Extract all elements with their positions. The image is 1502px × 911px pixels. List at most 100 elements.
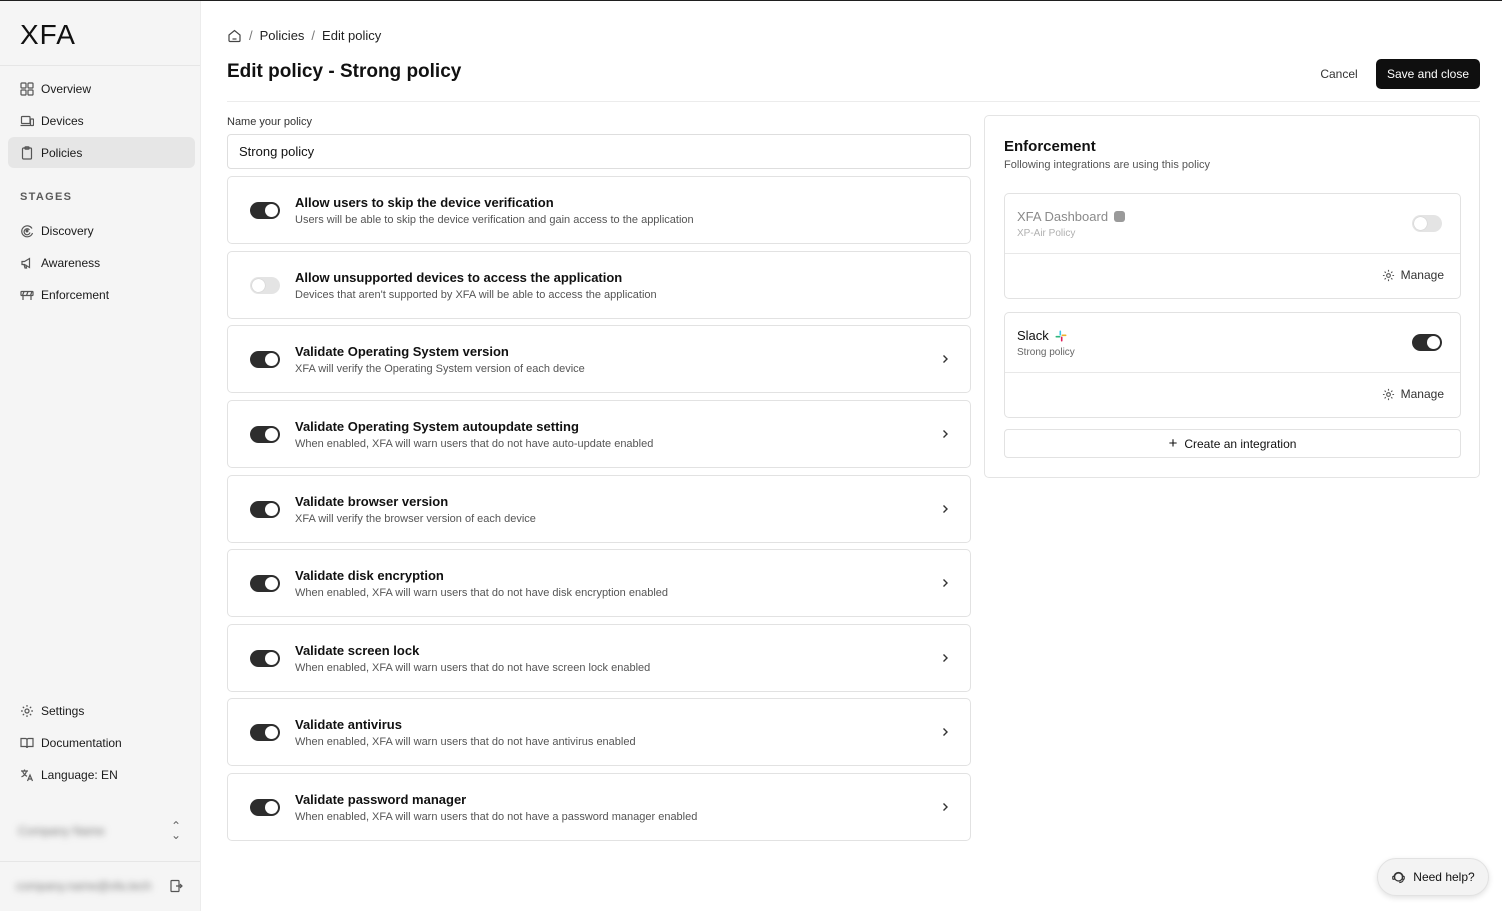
- chevron-right-icon[interactable]: [940, 801, 950, 813]
- integration-toggle[interactable]: [1412, 215, 1442, 232]
- sidebar-item-label: Language: EN: [41, 767, 118, 782]
- user-email: company.name@xfa.tech: [16, 879, 152, 893]
- policy-card-unsupported-devices: Allow unsupported devices to access the …: [227, 251, 971, 319]
- book-icon: [20, 736, 34, 750]
- xfa-logo[interactable]: XFA: [20, 19, 76, 51]
- manage-button[interactable]: Manage: [1376, 267, 1450, 283]
- integration-policy: XP-Air Policy: [1017, 228, 1076, 239]
- policy-title: Allow unsupported devices to access the …: [295, 270, 623, 285]
- policy-toggle[interactable]: [250, 501, 280, 518]
- sidebar-item-label: Documentation: [41, 735, 122, 750]
- policy-toggle[interactable]: [250, 202, 280, 219]
- integration-toggle[interactable]: [1412, 334, 1442, 351]
- policy-title: Validate password manager: [295, 792, 467, 807]
- policy-description: XFA will verify the Operating System ver…: [295, 363, 585, 375]
- sidebar-item-documentation[interactable]: Documentation: [8, 727, 195, 758]
- enforcement-panel: Enforcement Following integrations are u…: [984, 115, 1480, 478]
- integration-policy: Strong policy: [1017, 347, 1075, 358]
- company-switcher[interactable]: Company Name ⌃ ⌄: [8, 816, 195, 846]
- user-account: company.name@xfa.tech: [8, 871, 195, 901]
- need-help-button[interactable]: Need help?: [1377, 858, 1489, 896]
- breadcrumb-separator: /: [249, 28, 253, 43]
- sidebar-item-awareness[interactable]: Awareness: [8, 247, 195, 278]
- sidebar-item-label: Settings: [41, 703, 85, 718]
- policy-toggle[interactable]: [250, 650, 280, 667]
- policy-description: When enabled, XFA will warn users that d…: [295, 736, 636, 748]
- sidebar-item-devices[interactable]: Devices: [8, 105, 195, 136]
- policy-card-antivirus[interactable]: Validate antivirus When enabled, XFA wil…: [227, 698, 971, 766]
- policy-card-os-autoupdate[interactable]: Validate Operating System autoupdate set…: [227, 400, 971, 468]
- sidebar-item-discovery[interactable]: Discovery: [8, 215, 195, 246]
- policy-description: When enabled, XFA will warn users that d…: [295, 811, 698, 823]
- policy-toggle[interactable]: [250, 426, 280, 443]
- create-integration-label: Create an integration: [1184, 436, 1297, 451]
- integration-card-xfa-dashboard: XFA Dashboard XP-Air Policy Manage: [1004, 193, 1461, 299]
- chevron-right-icon[interactable]: [940, 353, 950, 365]
- barrier-icon: [20, 288, 34, 302]
- policy-name-input[interactable]: [227, 134, 971, 169]
- policy-description: When enabled, XFA will warn users that d…: [295, 587, 669, 599]
- sidebar-item-label: Overview: [41, 81, 92, 96]
- policy-card-os-version[interactable]: Validate Operating System version XFA wi…: [227, 325, 971, 393]
- company-name: Company Name: [18, 824, 105, 838]
- sidebar-divider: [0, 65, 200, 66]
- breadcrumb-policies[interactable]: Policies: [260, 28, 305, 43]
- integration-name: Slack: [1017, 328, 1067, 343]
- sidebar-item-label: Devices: [41, 113, 84, 128]
- policy-description: Devices that aren't supported by XFA wil…: [295, 289, 657, 301]
- app-window: XFA Overview Devices Policies STAGES Dis…: [0, 0, 1502, 911]
- chevron-right-icon[interactable]: [940, 428, 950, 440]
- header-divider: [227, 101, 1480, 102]
- policy-toggle[interactable]: [250, 575, 280, 592]
- policy-toggle[interactable]: [250, 724, 280, 741]
- sidebar-item-enforcement[interactable]: Enforcement: [8, 279, 195, 310]
- support-agent-icon: [1392, 871, 1406, 883]
- policy-description: XFA will verify the browser version of e…: [295, 513, 536, 525]
- sidebar-item-language[interactable]: Language: EN: [8, 759, 195, 790]
- create-integration-button[interactable]: + Create an integration: [1004, 429, 1461, 458]
- save-and-close-button[interactable]: Save and close: [1376, 59, 1480, 89]
- manage-button[interactable]: Manage: [1376, 386, 1450, 402]
- home-icon[interactable]: [227, 28, 242, 43]
- manage-label: Manage: [1400, 268, 1444, 282]
- sidebar-item-settings[interactable]: Settings: [8, 695, 195, 726]
- stages-section-label: STAGES: [20, 191, 73, 203]
- chevron-right-icon[interactable]: [940, 726, 950, 738]
- sidebar-item-policies[interactable]: Policies: [8, 137, 195, 168]
- policy-card-browser-version[interactable]: Validate browser version XFA will verify…: [227, 475, 971, 543]
- breadcrumb-edit-policy: Edit policy: [322, 28, 382, 43]
- policy-title: Validate Operating System version: [295, 344, 509, 359]
- breadcrumb-separator: /: [311, 28, 316, 43]
- logout-icon[interactable]: [169, 879, 183, 893]
- integration-card-slack: Slack Strong policy Manage: [1004, 312, 1461, 418]
- integration-header: Slack Strong policy: [1005, 313, 1460, 373]
- breadcrumb: / Policies / Edit policy: [227, 28, 381, 43]
- policy-card-disk-encryption[interactable]: Validate disk encryption When enabled, X…: [227, 549, 971, 617]
- slack-icon: [1055, 330, 1067, 341]
- sidebar: XFA Overview Devices Policies STAGES Dis…: [0, 1, 201, 911]
- page-title: Edit policy - Strong policy: [227, 61, 462, 82]
- cancel-button[interactable]: Cancel: [1313, 60, 1365, 88]
- chevron-right-icon[interactable]: [940, 503, 950, 515]
- main-content: / Policies / Edit policy Edit policy - S…: [201, 1, 1502, 911]
- sidebar-item-label: Awareness: [41, 255, 101, 270]
- policy-title: Validate disk encryption: [295, 568, 444, 583]
- gear-icon: [1382, 388, 1394, 400]
- sidebar-item-label: Enforcement: [41, 287, 110, 302]
- policy-toggle[interactable]: [250, 277, 280, 294]
- policy-card-screen-lock[interactable]: Validate screen lock When enabled, XFA w…: [227, 624, 971, 692]
- chevron-right-icon[interactable]: [940, 652, 950, 664]
- enforcement-subtitle: Following integrations are using this po…: [1004, 159, 1211, 171]
- integration-header: XFA Dashboard XP-Air Policy: [1005, 194, 1460, 254]
- policy-description: Users will be able to skip the device ve…: [295, 214, 694, 226]
- policy-card-skip-verification: Allow users to skip the device verificat…: [227, 176, 971, 244]
- user-divider: [0, 861, 200, 862]
- policy-toggle[interactable]: [250, 351, 280, 368]
- chevron-right-icon[interactable]: [940, 577, 950, 589]
- enforcement-title: Enforcement: [1004, 138, 1096, 155]
- manage-label: Manage: [1400, 387, 1444, 401]
- policy-toggle[interactable]: [250, 799, 280, 816]
- sidebar-item-overview[interactable]: Overview: [8, 73, 195, 104]
- policy-card-password-manager[interactable]: Validate password manager When enabled, …: [227, 773, 971, 841]
- integration-name: XFA Dashboard: [1017, 209, 1126, 224]
